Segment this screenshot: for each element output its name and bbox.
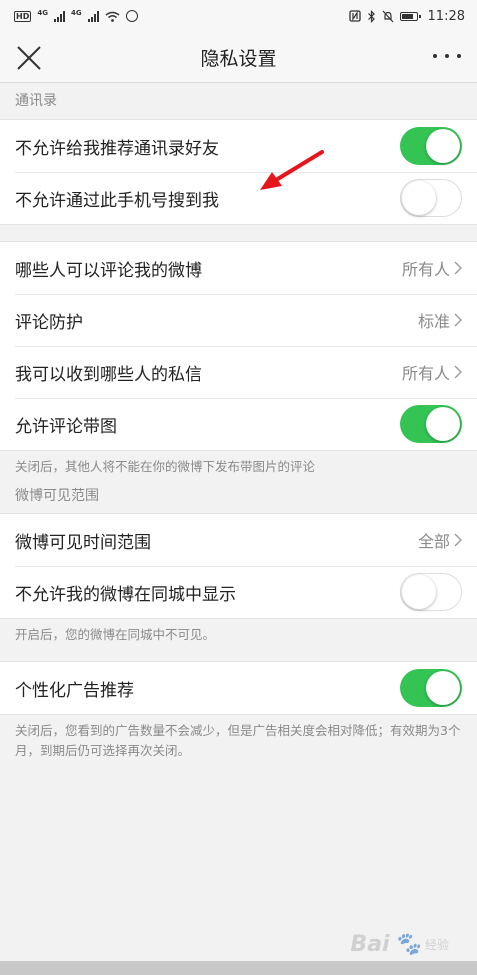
more-icon[interactable] [433, 54, 461, 58]
toggle-knob [426, 671, 460, 705]
page-title: 隐私设置 [200, 47, 277, 70]
hd-badge: HD [14, 10, 32, 22]
value-text: 标准 [417, 312, 450, 331]
note-personalized-ads: 关闭后，您看到的广告数量不会减少，但是广告相关度会相对降低；有效期为3个月，到期… [15, 723, 461, 758]
close-icon[interactable] [14, 43, 44, 73]
chevron-right-icon [454, 313, 462, 327]
chevron-right-icon [454, 261, 462, 275]
ads-group: 个性化广告推荐 [0, 661, 477, 715]
value-text: 所有人 [401, 364, 450, 383]
toggle-knob [426, 407, 460, 441]
paw-icon: 🐾 [393, 932, 421, 957]
toggle-knob [402, 180, 436, 215]
chevron-right-icon [454, 533, 462, 547]
watermark-brand: Bai [350, 932, 390, 957]
status-left: HD 4G 4G [14, 10, 138, 22]
setting-row-no-phone-search: 不允许通过此手机号搜到我 [0, 172, 477, 224]
bottom-strip [0, 961, 477, 975]
toggle-hide-in-local[interactable] [400, 573, 462, 611]
row-label: 哪些人可以评论我的微博 [15, 260, 202, 281]
nfc-icon [348, 10, 361, 22]
signal-icon [53, 10, 65, 22]
toggle-knob [426, 129, 460, 163]
toggle-personalized-ads[interactable] [400, 669, 462, 707]
row-value: 标准 [418, 308, 462, 332]
battery-icon [399, 11, 421, 21]
row-label: 不允许给我推荐通讯录好友 [15, 138, 219, 159]
toggle-knob [402, 574, 436, 609]
watermark-suffix: 经验 [424, 938, 449, 952]
setting-row-comment-protection[interactable]: 评论防护 标准 [0, 294, 477, 346]
setting-row-private-messages[interactable]: 我可以收到哪些人的私信 所有人 [0, 346, 477, 398]
chevron-right-icon [454, 365, 462, 379]
row-value: 所有人 [402, 360, 462, 384]
row-label: 不允许通过此手机号搜到我 [15, 190, 219, 211]
annotation-arrow-icon [260, 150, 324, 190]
row-label: 不允许我的微博在同城中显示 [15, 584, 236, 605]
toggle-no-phone-search[interactable] [400, 179, 462, 217]
mute-bell-icon [382, 10, 393, 22]
network-4g-badge: 4G [37, 9, 48, 17]
value-text: 所有人 [401, 260, 450, 279]
status-bar: HD 4G 4G 11:28 [0, 0, 477, 32]
toggle-comment-images[interactable] [400, 405, 462, 443]
row-label: 我可以收到哪些人的私信 [15, 364, 202, 385]
setting-row-visible-time-range[interactable]: 微博可见时间范围 全部 [0, 514, 477, 566]
setting-row-comment-images: 允许评论带图 [0, 398, 477, 450]
note-hide-in-local: 开启后，您的微博在同城中不可见。 [15, 627, 216, 642]
nav-bar: 隐私设置 [0, 32, 477, 83]
status-time: 11:28 [427, 8, 465, 24]
contacts-group: 不允许给我推荐通讯录好友 不允许通过此手机号搜到我 [0, 119, 477, 225]
setting-row-hide-in-local: 不允许我的微博在同城中显示 [0, 566, 477, 618]
signal-icon-2 [87, 10, 99, 22]
setting-row-personalized-ads: 个性化广告推荐 [0, 662, 477, 714]
value-text: 全部 [417, 532, 450, 551]
row-label: 微博可见时间范围 [15, 532, 151, 553]
eye-icon [125, 10, 138, 22]
bluetooth-icon [367, 9, 375, 23]
section-header-visibility: 微博可见范围 [15, 488, 99, 504]
row-value: 全部 [418, 528, 462, 552]
comments-group: 哪些人可以评论我的微博 所有人 评论防护 标准 我可以收到哪些人的私信 所有人 … [0, 241, 477, 451]
row-label: 个性化广告推荐 [15, 680, 134, 701]
status-right: 11:28 [348, 8, 465, 24]
section-header-contacts: 通讯录 [15, 93, 57, 109]
toggle-no-contact-recommend[interactable] [400, 127, 462, 165]
setting-row-no-contact-recommend: 不允许给我推荐通讯录好友 [0, 120, 477, 172]
baidu-watermark: Bai 🐾 经验 [350, 932, 449, 957]
visibility-group: 微博可见时间范围 全部 不允许我的微博在同城中显示 [0, 513, 477, 619]
wifi-icon [105, 11, 120, 22]
row-label: 允许评论带图 [15, 416, 117, 437]
row-label: 评论防护 [15, 312, 83, 333]
network-4g-badge-2: 4G [70, 9, 82, 17]
note-comment-images: 关闭后，其他人将不能在你的微博下发布带图片的评论 [15, 459, 316, 474]
row-value: 所有人 [402, 256, 462, 280]
setting-row-who-can-comment[interactable]: 哪些人可以评论我的微博 所有人 [0, 242, 477, 294]
